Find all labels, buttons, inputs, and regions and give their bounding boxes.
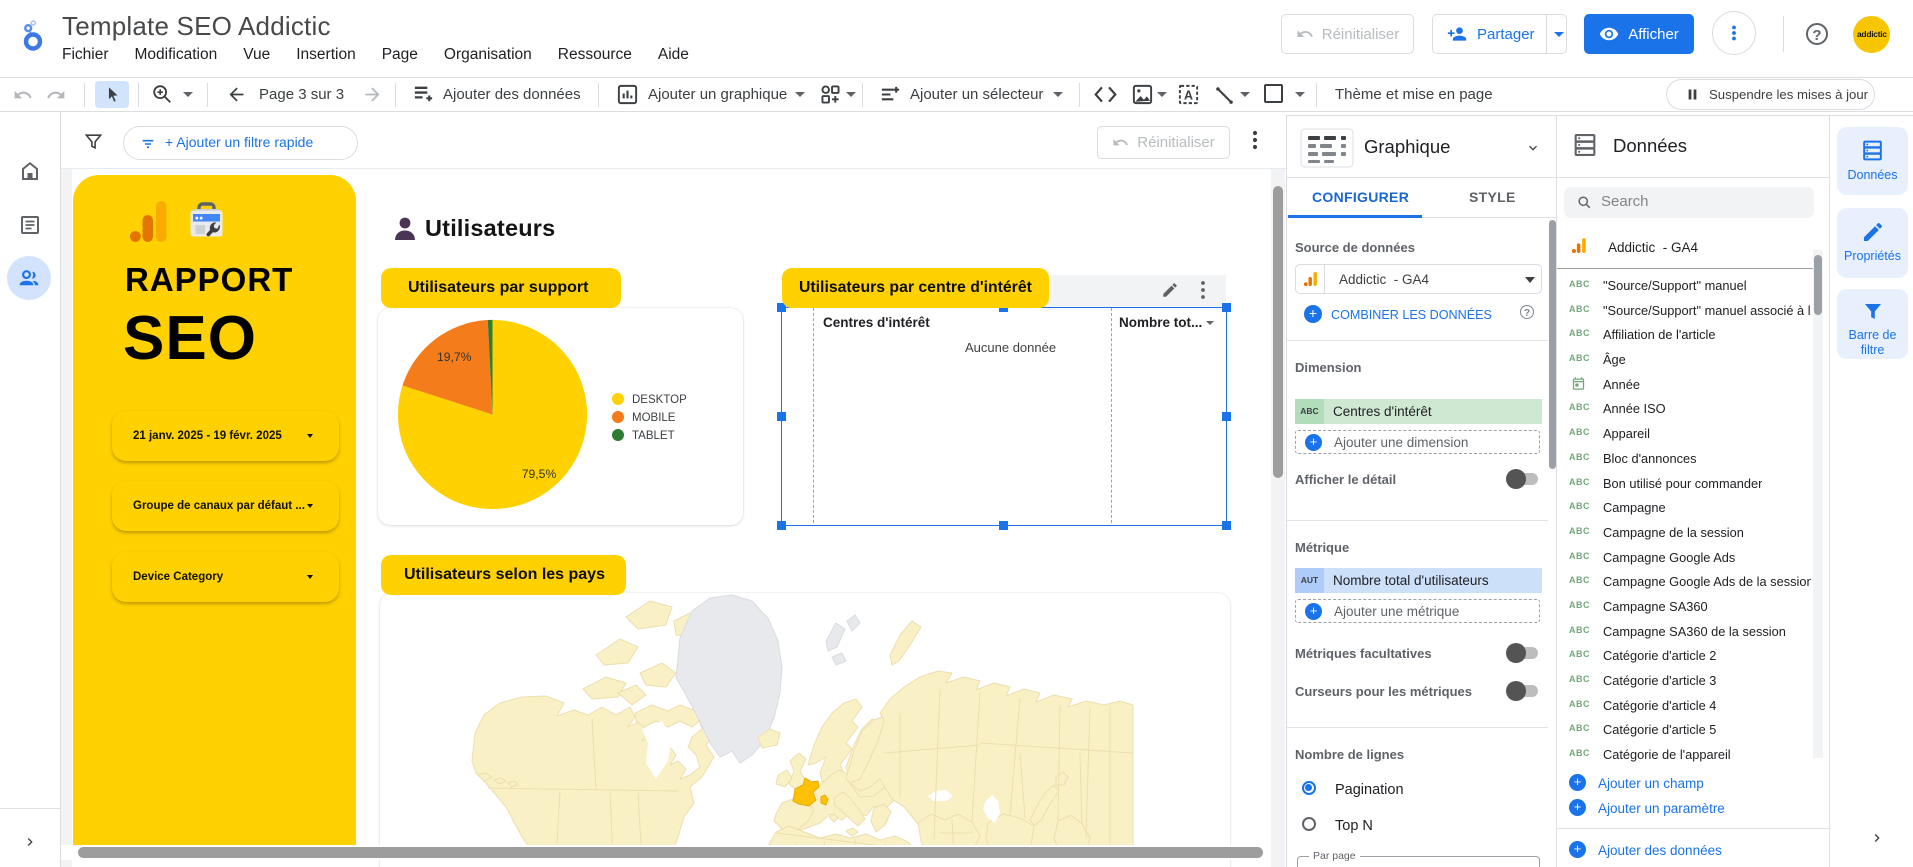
svg-text:19,7%: 19,7% (437, 350, 472, 364)
svg-text:79,5%: 79,5% (522, 467, 557, 481)
svg-text:A: A (1184, 88, 1193, 102)
